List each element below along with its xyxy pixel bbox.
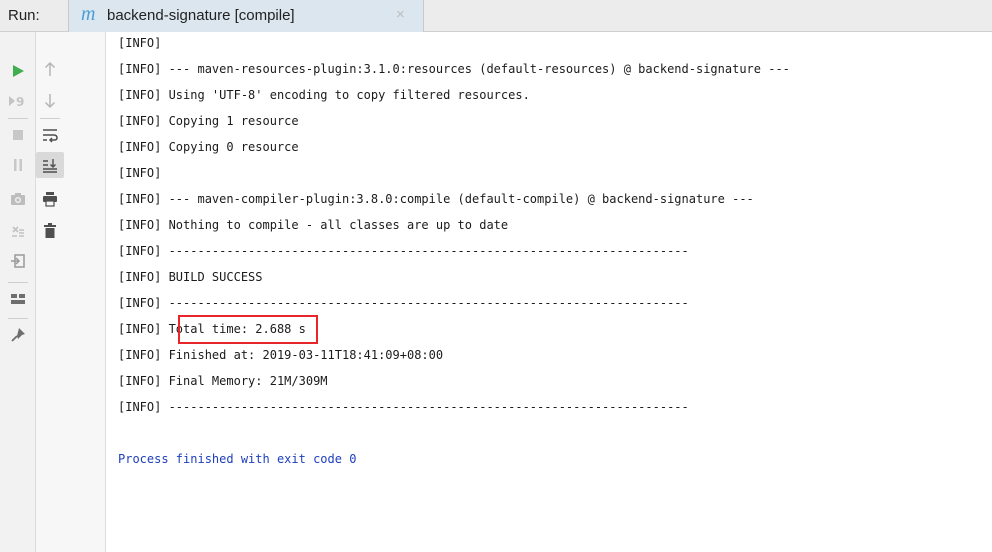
pause-icon[interactable] xyxy=(4,152,32,178)
trash-icon[interactable] xyxy=(36,218,64,244)
console-line: [INFO] Using 'UTF-8' encoding to copy fi… xyxy=(118,88,530,102)
run-icon[interactable] xyxy=(4,58,32,84)
console-line: [INFO] Finished at: 2019-03-11T18:41:09+… xyxy=(118,348,444,362)
run-tab-bar: Run: m backend-signature [compile] × xyxy=(0,0,992,32)
scroll-to-end-icon[interactable] xyxy=(36,152,64,178)
svg-text:9: 9 xyxy=(16,95,24,109)
console-toolbar xyxy=(36,32,106,552)
build-success-highlight xyxy=(178,315,318,344)
console-line-build-success: [INFO] BUILD SUCCESS xyxy=(118,270,263,284)
console-line: [INFO] --- maven-resources-plugin:3.1.0:… xyxy=(118,62,790,76)
stop-icon[interactable] xyxy=(4,122,32,148)
exclude-icon[interactable] xyxy=(4,218,32,244)
console-output: [INFO] [INFO] --- maven-resources-plugin… xyxy=(118,32,992,552)
console-line: [INFO] Copying 1 resource xyxy=(118,114,299,128)
console-line: [INFO] ---------------------------------… xyxy=(118,400,689,414)
console-line: [INFO] ---------------------------------… xyxy=(118,244,689,258)
tab-label: backend-signature [compile] xyxy=(107,7,295,24)
up-arrow-icon[interactable] xyxy=(36,56,64,82)
close-icon[interactable]: × xyxy=(396,6,405,23)
layout-icon[interactable] xyxy=(4,286,32,312)
print-icon[interactable] xyxy=(36,186,64,212)
console-line: [INFO] xyxy=(118,36,162,50)
console-line: [INFO] Copying 0 resource xyxy=(118,140,299,154)
console-line: [INFO] ---------------------------------… xyxy=(118,296,689,310)
maven-m-icon: m xyxy=(81,3,96,25)
run-label: Run: xyxy=(8,7,40,24)
down-arrow-icon[interactable] xyxy=(36,88,64,114)
console-line: [INFO] --- maven-compiler-plugin:3.8.0:c… xyxy=(118,192,754,206)
process-exit-line: Process finished with exit code 0 xyxy=(118,452,357,466)
tab-backend-signature-compile[interactable]: m backend-signature [compile] × xyxy=(68,0,424,32)
screenshot-icon[interactable] xyxy=(4,186,32,212)
soft-wrap-icon[interactable] xyxy=(36,122,64,148)
pin-icon[interactable] xyxy=(4,322,32,348)
import-icon[interactable] xyxy=(4,248,32,274)
rerun-failed-icon[interactable]: 9 xyxy=(4,88,32,114)
console-line: [INFO] xyxy=(118,166,162,180)
left-toolbar: 9 xyxy=(0,32,36,552)
console-line: [INFO] Nothing to compile - all classes … xyxy=(118,218,509,232)
console-line: [INFO] Final Memory: 21M/309M xyxy=(118,374,328,388)
